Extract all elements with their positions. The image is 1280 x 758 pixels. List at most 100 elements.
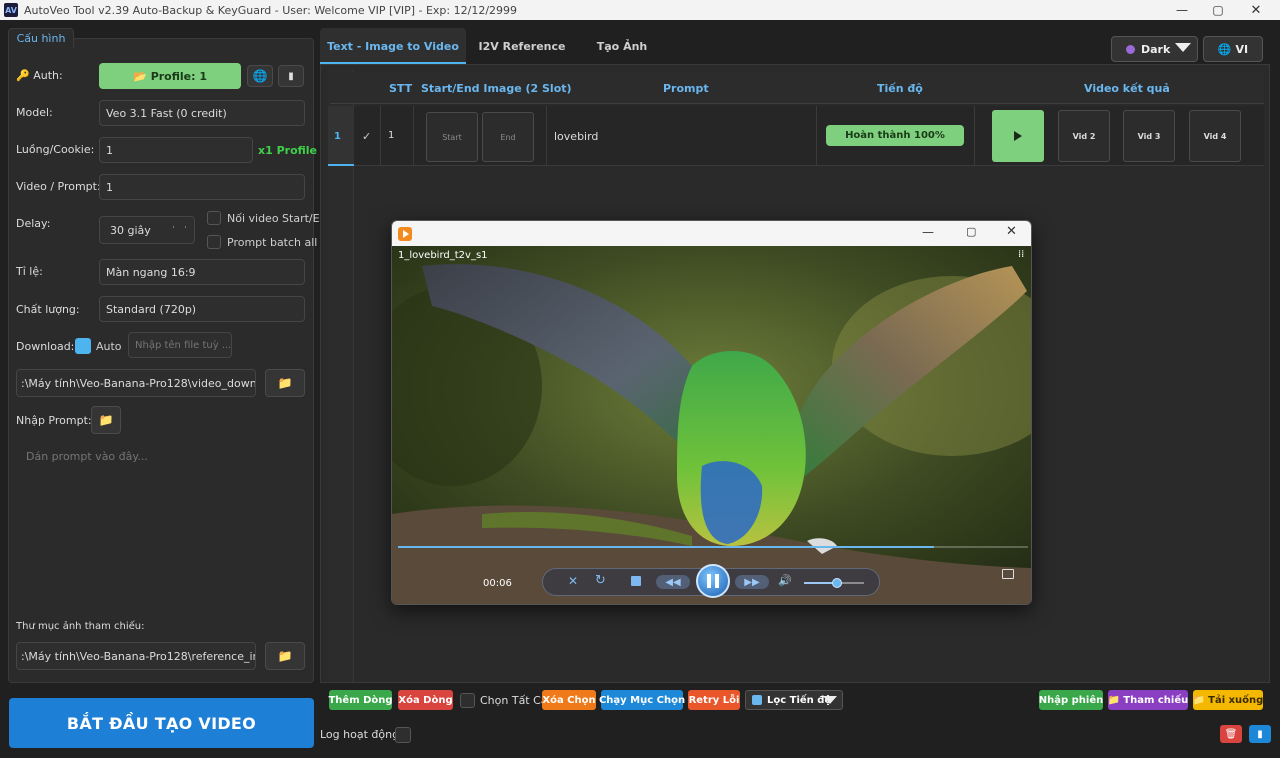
repeat-icon[interactable]: ↻ (595, 573, 606, 588)
filter-progress-select[interactable]: Lọc Tiến độ (745, 690, 843, 710)
auto-label: Auto (96, 340, 122, 353)
language-value: VI (1235, 42, 1249, 56)
fast-forward-button[interactable]: ▶▶ (735, 575, 769, 589)
profile-button[interactable]: 📂 Profile: 1 (99, 63, 241, 89)
globe-button[interactable]: 🌐 (247, 65, 273, 87)
browse-ref-button[interactable]: 📁 (265, 642, 305, 670)
seek-bar[interactable] (398, 546, 1028, 548)
log-label: Log hoạt động: (320, 728, 403, 741)
add-row-button[interactable]: Thêm Dòng (328, 690, 393, 710)
quality-label: Chất lượng: (16, 303, 80, 316)
globe-icon: 🌐 (252, 69, 268, 83)
video-filename: 1_lovebird_t2v_s1 (398, 250, 488, 261)
delete-selected-button[interactable]: Xóa Chọn (542, 690, 596, 710)
header-prompt[interactable]: Prompt (663, 82, 709, 95)
stop-icon[interactable] (631, 576, 641, 586)
video-frame[interactable]: 1_lovebird_t2v_s1 ⁞⁞ 00:06 ✕ ↻ ◀◀ ▶▶ 🔊 (392, 246, 1031, 604)
filter-label: Lọc Tiến độ (767, 694, 832, 706)
download-path-input[interactable]: :\Máy tính\Veo-Banana-Pro128\video_downl… (16, 369, 256, 397)
select-all-label: Chọn Tất Cả (480, 694, 548, 707)
language-button[interactable]: 🌐 VI (1203, 36, 1263, 62)
config-tab[interactable]: Cấu hình (8, 28, 74, 48)
select-all-checkbox[interactable] (460, 693, 475, 708)
start-image-slot[interactable]: Start (426, 112, 478, 162)
trash-icon: 🗑 (1224, 728, 1238, 740)
start-button[interactable]: BẮT ĐẦU TẠO VIDEO (9, 698, 314, 748)
prompt-batch-checkbox[interactable] (207, 235, 221, 249)
delay-value: 30 giây (110, 223, 151, 237)
close-button[interactable]: ✕ (1238, 0, 1274, 20)
clear-log-button[interactable]: 🗑 (1220, 725, 1242, 743)
tab-i2v-reference[interactable]: I2V Reference (466, 28, 578, 64)
spin-up-icon[interactable]: · (184, 223, 187, 233)
row-stt: 1 (388, 130, 395, 141)
import-session-button[interactable]: Nhập phiên (1039, 690, 1103, 710)
lovebird-video-frame (392, 246, 1031, 604)
prompt-textarea[interactable] (16, 442, 306, 608)
maximize-button[interactable]: ▢ (1200, 0, 1236, 20)
pause-button[interactable] (696, 564, 730, 598)
minimize-button[interactable]: — (1164, 0, 1200, 20)
log-toggle-checkbox[interactable] (395, 727, 411, 743)
join-video-label: Nối video Start/E (227, 212, 320, 225)
theme-value: Dark (1141, 42, 1171, 56)
mini-player-icon[interactable] (1002, 569, 1014, 579)
import-prompt-button[interactable]: 📁 (91, 406, 121, 434)
header-result[interactable]: Video kết quả (1084, 82, 1170, 95)
reference-button[interactable]: 📁 Tham chiếu (1108, 690, 1188, 710)
volume-knob[interactable] (832, 578, 842, 588)
tab-create-image[interactable]: Tạo Ảnh (578, 28, 666, 64)
theme-select[interactable]: Dark (1111, 36, 1198, 62)
globe-icon: 🌐 (1217, 42, 1232, 56)
retry-errors-button[interactable]: Retry Lỗi (688, 690, 740, 710)
player-close-button[interactable]: ✕ (1006, 224, 1017, 239)
col-separator (380, 106, 381, 166)
import-prompt-label: Nhập Prompt: (16, 414, 92, 427)
row-index-cell[interactable] (328, 106, 354, 166)
shuffle-icon[interactable]: ✕ (568, 574, 578, 588)
auto-checkbox[interactable] (75, 338, 91, 354)
quality-select[interactable]: Standard (720p) (99, 296, 305, 322)
video-2-slot[interactable]: Vid 2 (1058, 110, 1110, 162)
header-slots[interactable]: Start/End Image (2 Slot) (421, 82, 572, 95)
player-maximize-button[interactable]: ▢ (966, 225, 976, 238)
col-separator (546, 106, 547, 166)
col-separator (974, 106, 975, 166)
fast-forward-icon: ▶▶ (744, 576, 760, 588)
model-select[interactable]: Veo 3.1 Fast (0 credit) (99, 100, 305, 126)
check-icon[interactable]: ✓ (362, 130, 371, 143)
ratio-select[interactable]: Màn ngang 16:9 (99, 259, 305, 285)
video-3-slot[interactable]: Vid 3 (1123, 110, 1175, 162)
play-video-1-button[interactable] (992, 110, 1044, 162)
delay-spinbox[interactable]: 30 giây · · (99, 216, 195, 244)
threads-input[interactable]: 1 (99, 137, 253, 163)
tab-text-image-to-video[interactable]: Text - Image to Video (320, 28, 466, 64)
download-button[interactable]: 📁 Tải xuống (1193, 690, 1263, 710)
end-image-slot[interactable]: End (482, 112, 534, 162)
delete-row-button[interactable]: Xóa Dòng (398, 690, 453, 710)
video-player-window: — ▢ ✕ 1_lovebird_t2v_s1 ⁞⁞ 00:06 ✕ ↻ ◀◀ … (391, 220, 1032, 605)
phone-button[interactable]: ▮ (278, 65, 304, 87)
header-progress[interactable]: Tiến độ (877, 82, 923, 95)
video-prompt-input[interactable]: 1 (99, 174, 305, 200)
row-prompt[interactable]: lovebird (554, 130, 598, 143)
volume-icon[interactable]: 🔊 (778, 574, 792, 587)
video-4-slot[interactable]: Vid 4 (1189, 110, 1241, 162)
row-index: 1 (334, 131, 341, 142)
join-video-checkbox[interactable] (207, 211, 221, 225)
header-stt[interactable]: STT (389, 82, 412, 95)
save-log-button[interactable]: ▮ (1249, 725, 1271, 743)
filename-input[interactable] (128, 332, 232, 358)
player-minimize-button[interactable]: — (922, 225, 934, 239)
download-label: Download: (16, 340, 75, 353)
run-selected-button[interactable]: Chạy Mục Chọn (599, 690, 685, 710)
volume-slider[interactable] (804, 578, 864, 588)
browse-download-button[interactable]: 📁 (265, 369, 305, 397)
rewind-button[interactable]: ◀◀ (656, 575, 690, 589)
save-icon: ▮ (1257, 728, 1263, 740)
filter-icon (752, 695, 762, 705)
ref-path-input[interactable]: :\Máy tính\Veo-Banana-Pro128\reference_i… (16, 642, 256, 670)
profile-count: x1 Profile (258, 144, 318, 157)
spin-down-icon[interactable]: · (172, 223, 175, 233)
fullscreen-grid-icon[interactable]: ⁞⁞ (1018, 249, 1024, 260)
